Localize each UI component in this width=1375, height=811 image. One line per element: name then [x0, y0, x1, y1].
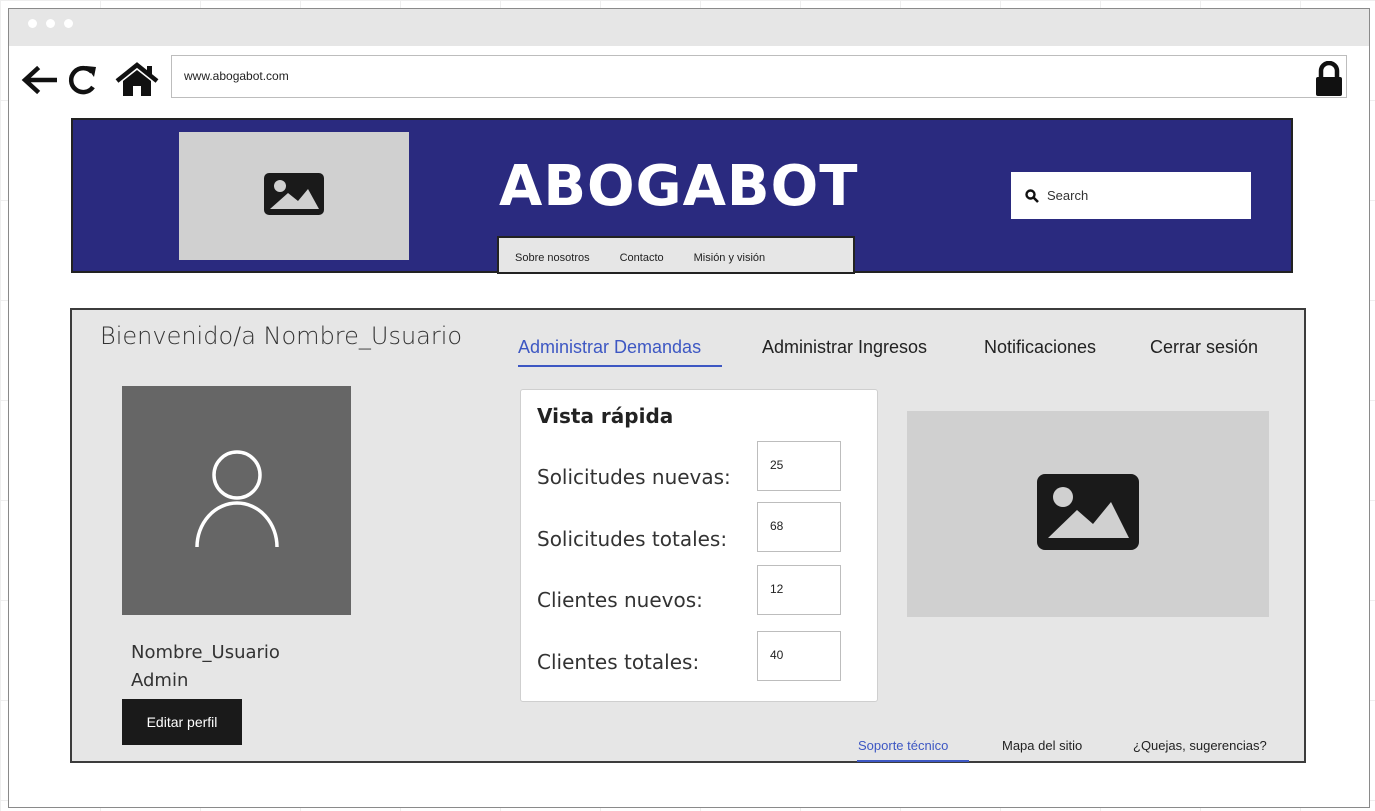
stat-value-solicitudes-nuevas: 25: [757, 441, 841, 491]
stat-value-solicitudes-totales: 68: [757, 502, 841, 552]
content-image-placeholder: [907, 411, 1269, 617]
menu-item-sobre-nosotros[interactable]: Sobre nosotros: [515, 252, 590, 264]
tab-administrar-demandas[interactable]: Administrar Demandas: [518, 337, 701, 358]
menu-item-mision-vision[interactable]: Misión y visión: [694, 252, 766, 264]
search-placeholder: Search: [1047, 188, 1089, 203]
tab-cerrar-sesion[interactable]: Cerrar sesión: [1150, 337, 1258, 358]
window-dot-close[interactable]: [28, 19, 37, 28]
logo-placeholder: [179, 132, 409, 260]
lock-icon: [1313, 60, 1345, 102]
avatar: [122, 386, 351, 615]
stat-label-clientes-nuevos: Clientes nuevos:: [537, 588, 703, 612]
site-brand: ABOGABOT: [499, 154, 859, 219]
active-tab-indicator: [518, 365, 722, 367]
profile-name: Nombre_Usuario: [131, 642, 280, 663]
footer-link-mapa[interactable]: Mapa del sitio: [1002, 738, 1082, 753]
window-dot-maximize[interactable]: [64, 19, 73, 28]
stat-value-clientes-nuevos: 12: [757, 565, 841, 615]
site-header: ABOGABOT Sobre nosotros Contacto Misión …: [71, 118, 1293, 274]
arrow-left-icon[interactable]: [19, 62, 59, 98]
quick-view-card: Vista rápida Solicitudes nuevas: 25 Soli…: [520, 389, 878, 702]
tab-notificaciones[interactable]: Notificaciones: [984, 337, 1096, 358]
user-icon: [187, 443, 287, 558]
image-icon: [1035, 472, 1141, 557]
stat-value-clientes-totales: 40: [757, 631, 841, 681]
welcome-heading: Bienvenido/a Nombre_Usuario: [100, 322, 463, 350]
reload-icon[interactable]: [62, 62, 102, 98]
stat-label-solicitudes-totales: Solicitudes totales:: [537, 527, 728, 551]
navigation-bar: www.abogabot.com: [9, 54, 1369, 104]
footer-link-quejas[interactable]: ¿Quejas, sugerencias?: [1133, 738, 1267, 753]
home-icon[interactable]: [113, 62, 161, 98]
dashboard-panel: Bienvenido/a Nombre_Usuario Administrar …: [70, 308, 1306, 763]
stat-label-clientes-totales: Clientes totales:: [537, 650, 700, 674]
quick-view-title: Vista rápida: [537, 404, 674, 428]
image-icon: [262, 171, 326, 222]
stat-label-solicitudes-nuevas: Solicitudes nuevas:: [537, 465, 731, 489]
title-bar: [9, 9, 1369, 46]
menu-item-contacto[interactable]: Contacto: [620, 252, 664, 264]
tab-administrar-ingresos[interactable]: Administrar Ingresos: [762, 337, 927, 358]
edit-profile-button[interactable]: Editar perfil: [122, 699, 242, 745]
footer-active-indicator: [857, 760, 969, 762]
address-bar[interactable]: www.abogabot.com: [171, 55, 1347, 98]
search-icon: [1025, 188, 1039, 203]
search-input[interactable]: Search: [1011, 172, 1251, 219]
footer-link-soporte[interactable]: Soporte técnico: [858, 738, 948, 753]
top-menu: Sobre nosotros Contacto Misión y visión: [497, 236, 855, 274]
profile-role: Admin: [131, 670, 189, 691]
window-dot-minimize[interactable]: [46, 19, 55, 28]
